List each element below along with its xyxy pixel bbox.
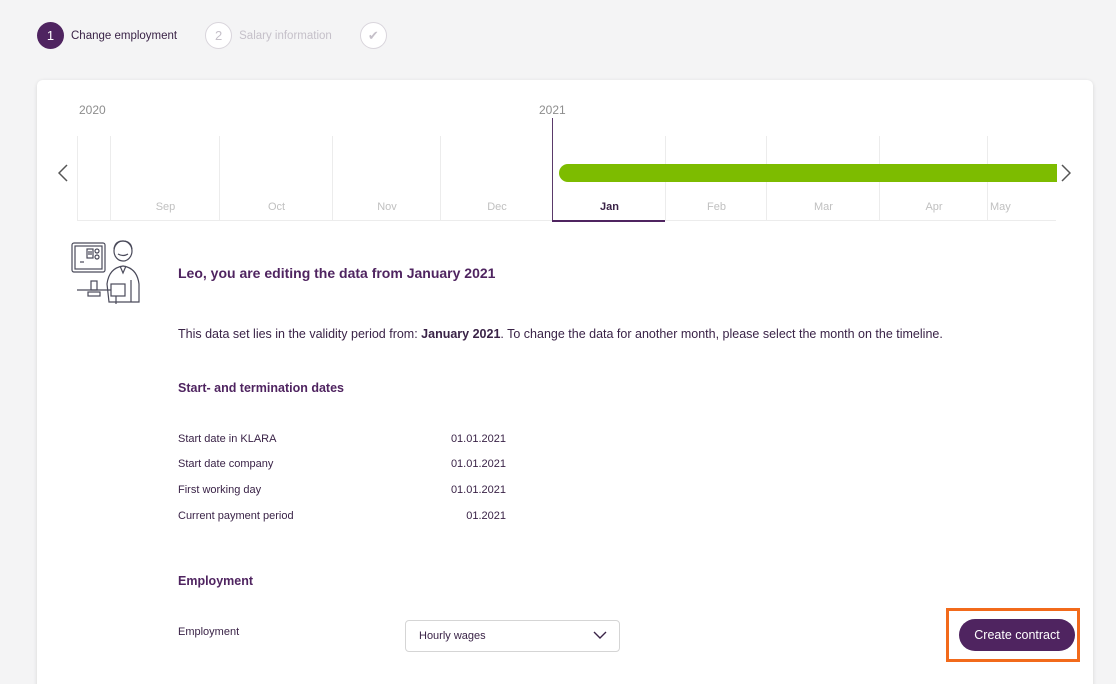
month-label-active: Jan	[600, 201, 619, 213]
month-label: Feb	[707, 201, 726, 213]
timeline-edge	[77, 136, 111, 220]
step-circle-confirm: ✔	[359, 22, 387, 49]
year-divider	[552, 118, 553, 222]
chevron-left-icon	[58, 164, 68, 182]
create-contract-button[interactable]: Create contract	[959, 619, 1075, 651]
month-label: Mar	[814, 201, 833, 213]
step-label-salary-information: Salary information	[239, 29, 332, 42]
page: 1 Change employment 2 Salary information…	[0, 0, 1116, 684]
month-label: May	[990, 201, 1011, 213]
year-label-2021: 2021	[539, 103, 566, 117]
employment-field-label: Employment	[178, 626, 240, 638]
step-label-change-employment: Change employment	[71, 29, 178, 42]
month-label: Nov	[377, 201, 397, 213]
page-title: Leo, you are editing the data from Janua…	[178, 265, 496, 281]
date-label: Current payment period	[178, 510, 294, 522]
date-row-start-company: Start date company 01.01.2021	[178, 458, 506, 474]
employment-select-value: Hourly wages	[419, 630, 486, 642]
timeline: 2020 2021 Sep Oct Nov Dec Jan Feb Mar Ap…	[77, 80, 1057, 222]
date-label: Start date in KLARA	[178, 433, 277, 445]
employee-illustration-icon	[71, 240, 140, 304]
timeline-month-sep[interactable]: Sep	[110, 136, 220, 220]
timeline-prev-button[interactable]	[55, 162, 71, 184]
timeline-month-oct[interactable]: Oct	[219, 136, 333, 220]
date-value: 01.2021	[466, 510, 506, 522]
info-suffix: . To change the data for another month, …	[500, 327, 943, 341]
employment-select[interactable]: Hourly wages	[405, 620, 620, 652]
timeline-month-dec[interactable]: Dec	[440, 136, 553, 220]
step-confirm[interactable]: ✔	[359, 22, 387, 49]
stepper: 1 Change employment 2 Salary information…	[37, 22, 415, 49]
date-value: 01.01.2021	[450, 433, 506, 445]
chevron-down-icon	[593, 631, 607, 639]
month-label: Apr	[925, 201, 943, 213]
date-label: Start date company	[178, 458, 274, 470]
info-prefix: This data set lies in the validity perio…	[178, 327, 422, 341]
date-value: 01.01.2021	[450, 484, 506, 496]
validity-period-bar[interactable]	[559, 164, 1057, 182]
date-row-first-working-day: First working day 01.01.2021	[178, 484, 506, 500]
dates-section-title: Start- and termination dates	[178, 381, 344, 395]
month-label: Sep	[155, 201, 176, 213]
info-period: January 2021	[421, 327, 501, 341]
date-row-payment-period: Current payment period 01.2021	[178, 510, 506, 526]
date-value: 01.01.2021	[450, 458, 506, 470]
step-salary-information[interactable]: 2 Salary information	[205, 22, 332, 49]
timeline-month-nov[interactable]: Nov	[332, 136, 441, 220]
month-label: Oct	[267, 201, 286, 213]
date-row-start-klara: Start date in KLARA 01.01.2021	[178, 433, 506, 449]
step-number-2: 2	[205, 22, 233, 49]
chevron-right-icon	[1061, 164, 1071, 182]
employment-section-title: Employment	[178, 574, 254, 588]
year-label-2020: 2020	[79, 103, 106, 117]
check-icon: ✔	[367, 27, 379, 43]
step-number-1: 1	[37, 22, 64, 49]
timeline-next-button[interactable]	[1058, 162, 1074, 184]
month-label: Dec	[487, 201, 507, 213]
date-label: First working day	[178, 484, 262, 496]
validity-info-text: This data set lies in the validity perio…	[178, 327, 943, 341]
employment-card: 2020 2021 Sep Oct Nov Dec Jan Feb Mar Ap…	[37, 80, 1093, 684]
step-change-employment[interactable]: 1 Change employment	[37, 22, 177, 49]
active-month-underline	[552, 220, 665, 222]
